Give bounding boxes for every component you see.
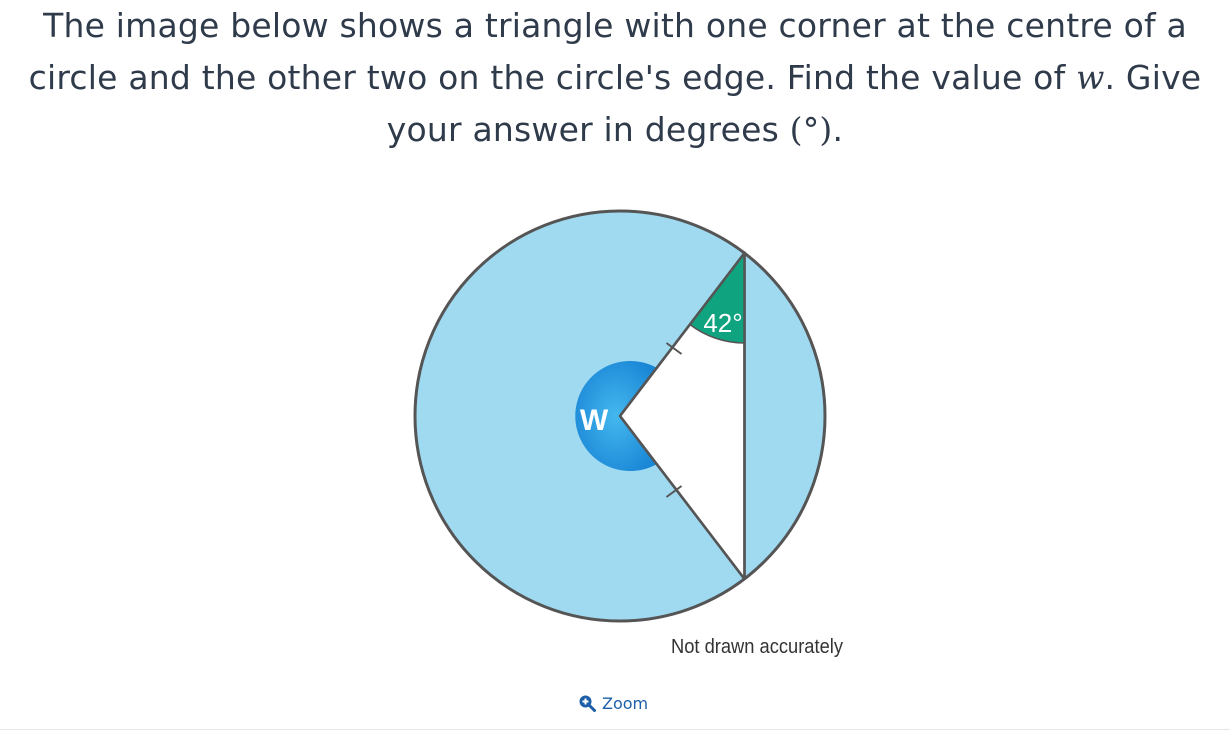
circle-diagram: W 42° Not drawn accurately [413, 209, 843, 658]
not-drawn-accurately-note: Not drawn accurately [671, 636, 843, 658]
zoom-button[interactable]: Zoom [578, 690, 648, 716]
zoom-label: Zoom [602, 693, 649, 713]
angle-w-label: W [580, 404, 609, 437]
zoom-in-icon [579, 695, 596, 712]
angle-42-label: 42° [703, 308, 742, 338]
divider [0, 729, 1230, 730]
